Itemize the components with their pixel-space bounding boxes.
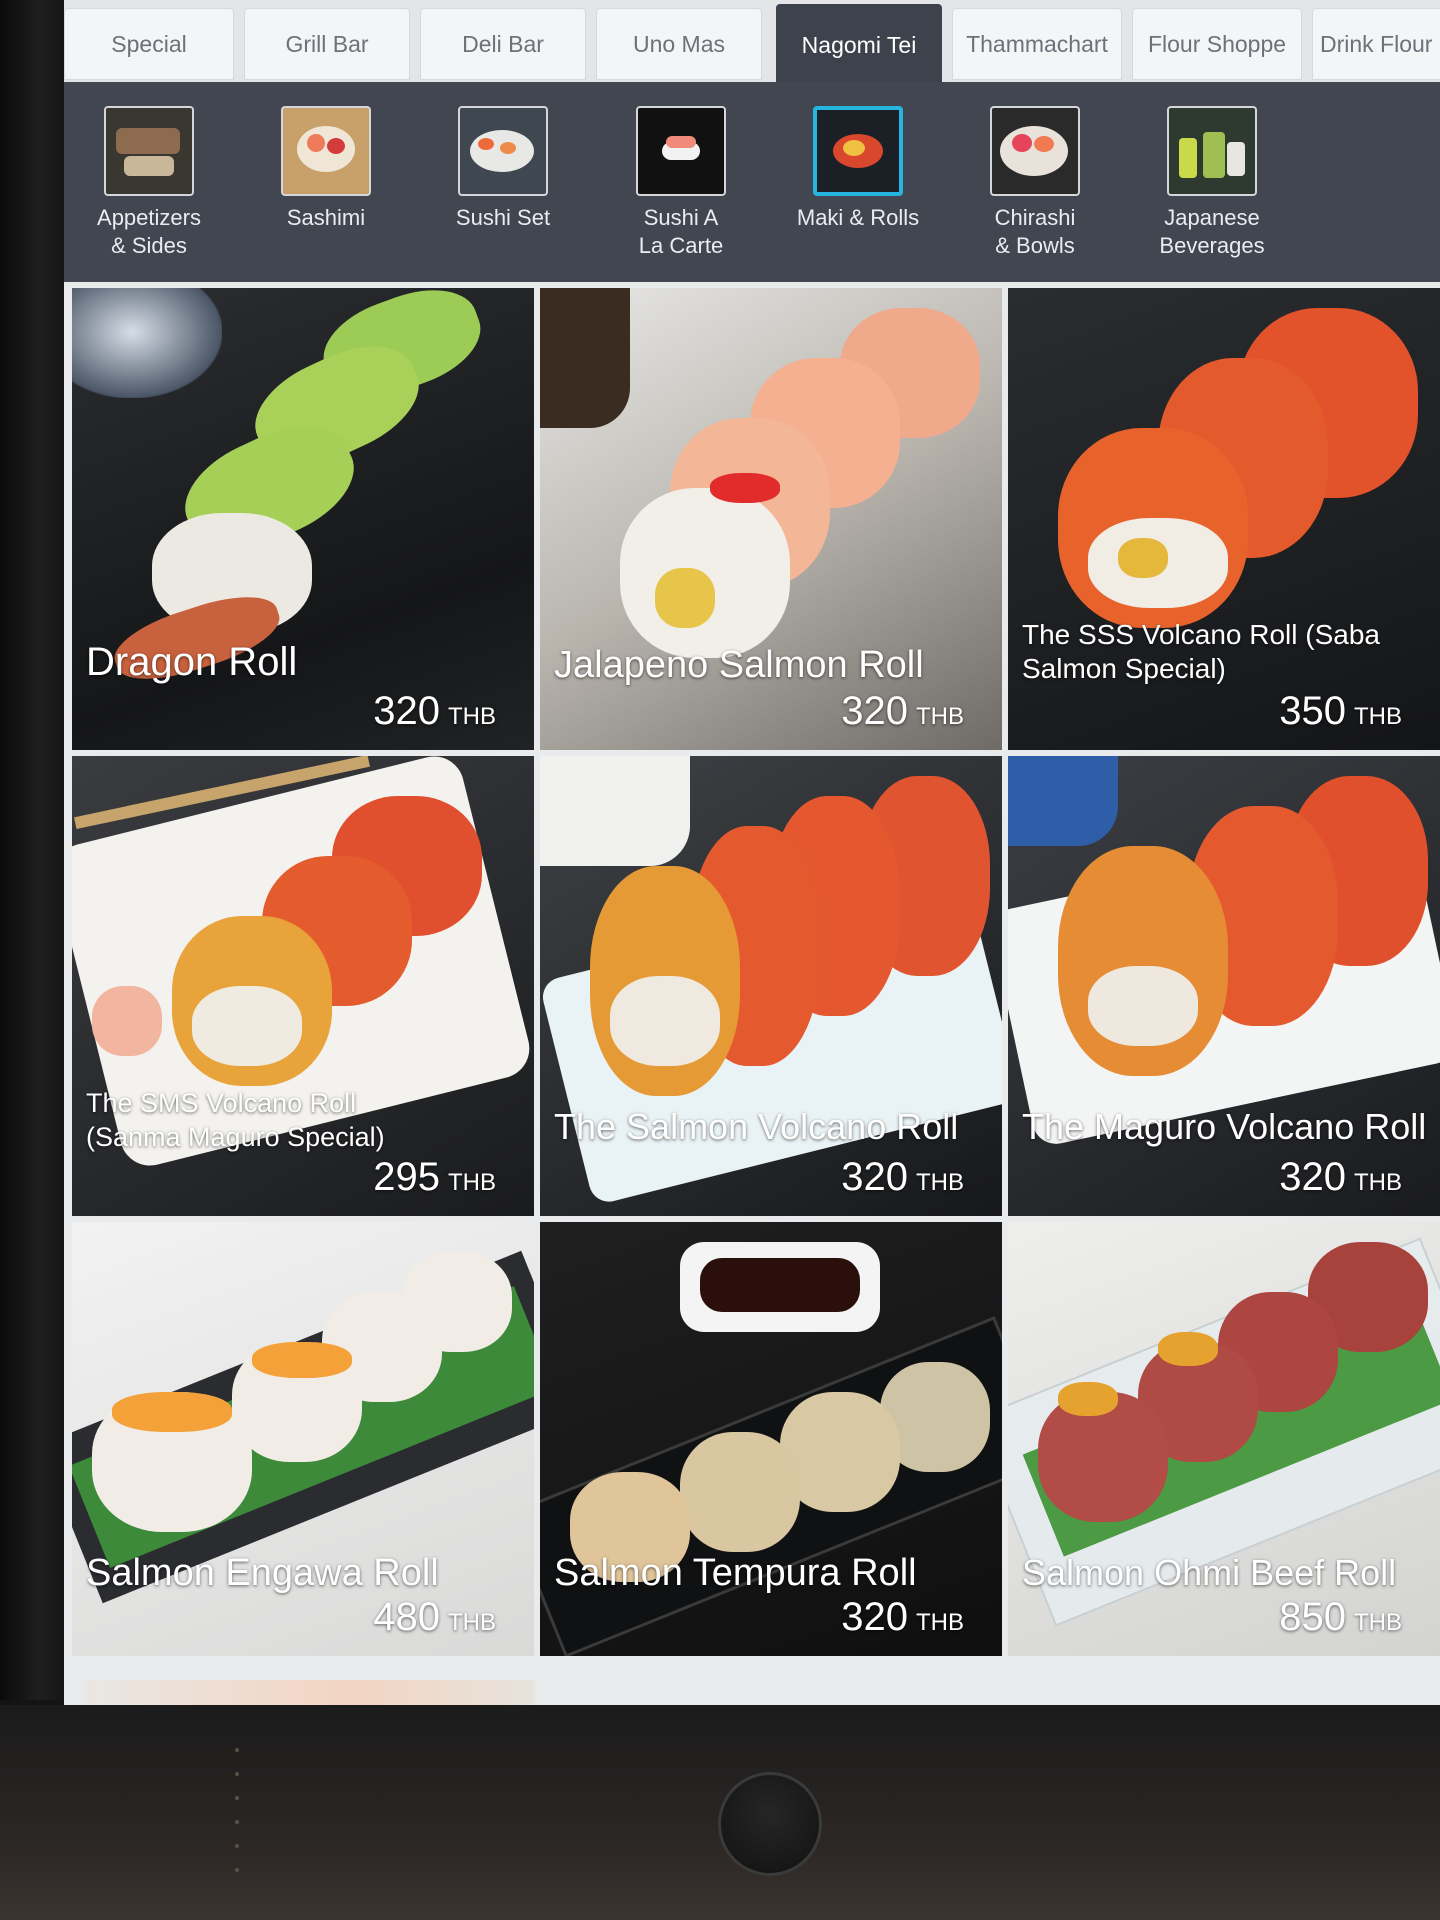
- tab-thammachart[interactable]: Thammachart: [952, 8, 1122, 80]
- menu-item-name: Jalapeno Salmon Roll: [554, 644, 924, 686]
- menu-item-price: 295 THB: [373, 1155, 496, 1199]
- tab-deli-bar[interactable]: Deli Bar: [420, 8, 586, 80]
- tab-special[interactable]: Special: [64, 8, 234, 80]
- category-label: Sashimi: [286, 205, 366, 230]
- tab-flour-shoppe[interactable]: Flour Shoppe: [1132, 8, 1302, 80]
- tab-uno-mas[interactable]: Uno Mas: [596, 8, 762, 80]
- menu-item-price: 850 THB: [1279, 1595, 1402, 1639]
- menu-item-name: The Maguro Volcano Roll: [1022, 1106, 1427, 1147]
- category-label: Chirashi & Bowls: [994, 205, 1076, 258]
- sushi-a-la-carte-thumbnail: [636, 106, 726, 196]
- category-label: Appetizers & Sides: [97, 205, 201, 258]
- menu-card-maguro-volcano-roll[interactable]: The Maguro Volcano Roll 320 THB: [1008, 756, 1440, 1216]
- tab-grill-bar[interactable]: Grill Bar: [244, 8, 410, 80]
- menu-item-name: The Salmon Volcano Roll: [554, 1106, 959, 1147]
- menu-item-price: 350 THB: [1279, 689, 1402, 733]
- menu-item-price: 480 THB: [373, 1595, 496, 1639]
- category-japanese-beverages[interactable]: Japanese Beverages: [1127, 106, 1297, 260]
- tablet-bezel-left: [0, 0, 66, 1700]
- restaurant-tab-bar: Special Grill Bar Deli Bar Uno Mas Nagom…: [64, 0, 1440, 86]
- sashimi-thumbnail: [281, 106, 371, 196]
- beverages-thumbnail: [1167, 106, 1257, 196]
- menu-card-salmon-ohmi-beef-roll[interactable]: Salmon Ohmi Beef Roll 850 THB: [1008, 1222, 1440, 1656]
- menu-item-name: Dragon Roll: [86, 640, 298, 684]
- menu-item-price: 320 THB: [373, 689, 496, 733]
- category-appetizers[interactable]: Appetizers & Sides: [64, 106, 234, 260]
- category-chirashi-bowls[interactable]: Chirashi & Bowls: [950, 106, 1120, 260]
- sushi-set-thumbnail: [458, 106, 548, 196]
- category-bar: Appetizers & Sides Sashimi Sushi Set Sus…: [64, 82, 1440, 282]
- menu-card-salmon-engawa-roll[interactable]: Salmon Engawa Roll 480 THB: [72, 1222, 534, 1656]
- tab-nagomi-tei[interactable]: Nagomi Tei: [776, 4, 942, 86]
- menu-card-jalapeno-salmon-roll[interactable]: Jalapeno Salmon Roll 320 THB: [540, 288, 1002, 750]
- tab-drink-flour[interactable]: Drink Flour: [1312, 8, 1440, 80]
- category-maki-rolls[interactable]: Maki & Rolls: [773, 106, 943, 232]
- tablet-screen: Special Grill Bar Deli Bar Uno Mas Nagom…: [64, 0, 1440, 1705]
- menu-card-salmon-volcano-roll[interactable]: The Salmon Volcano Roll 320 THB: [540, 756, 1002, 1216]
- menu-item-price: 320 THB: [841, 1155, 964, 1199]
- menu-item-name: Salmon Tempura Roll: [554, 1552, 917, 1594]
- menu-item-name: The SSS Volcano Roll (Saba Salmon Specia…: [1022, 619, 1380, 684]
- category-sushi-set[interactable]: Sushi Set: [418, 106, 588, 232]
- menu-card-dragon-roll[interactable]: Dragon Roll 320 THB: [72, 288, 534, 750]
- menu-item-price: 320 THB: [841, 689, 964, 733]
- menu-card-sss-volcano-roll[interactable]: The SSS Volcano Roll (Saba Salmon Specia…: [1008, 288, 1440, 750]
- menu-item-name: Salmon Ohmi Beef Roll: [1022, 1552, 1397, 1593]
- category-sushi-a-la-carte[interactable]: Sushi A La Carte: [596, 106, 766, 260]
- category-sashimi[interactable]: Sashimi: [241, 106, 411, 232]
- menu-item-name: Salmon Engawa Roll: [86, 1552, 439, 1594]
- menu-card-partial[interactable]: [84, 1680, 534, 1705]
- menu-card-salmon-tempura-roll[interactable]: Salmon Tempura Roll 320 THB: [540, 1222, 1002, 1656]
- category-label: Sushi A La Carte: [638, 205, 724, 258]
- category-label: Maki & Rolls: [796, 205, 920, 230]
- appetizers-thumbnail: [104, 106, 194, 196]
- chirashi-thumbnail: [990, 106, 1080, 196]
- menu-item-price: 320 THB: [841, 1595, 964, 1639]
- menu-item-name: The SMS Volcano Roll (Sanma Maguro Speci…: [86, 1088, 385, 1152]
- home-button[interactable]: [718, 1772, 822, 1876]
- category-label: Sushi Set: [455, 205, 551, 230]
- menu-card-sms-volcano-roll[interactable]: The SMS Volcano Roll (Sanma Maguro Speci…: [72, 756, 534, 1216]
- maki-rolls-thumbnail: [813, 106, 903, 196]
- menu-item-price: 320 THB: [1279, 1155, 1402, 1199]
- category-label: Japanese Beverages: [1159, 205, 1265, 258]
- bezel-dots: [235, 1748, 265, 1908]
